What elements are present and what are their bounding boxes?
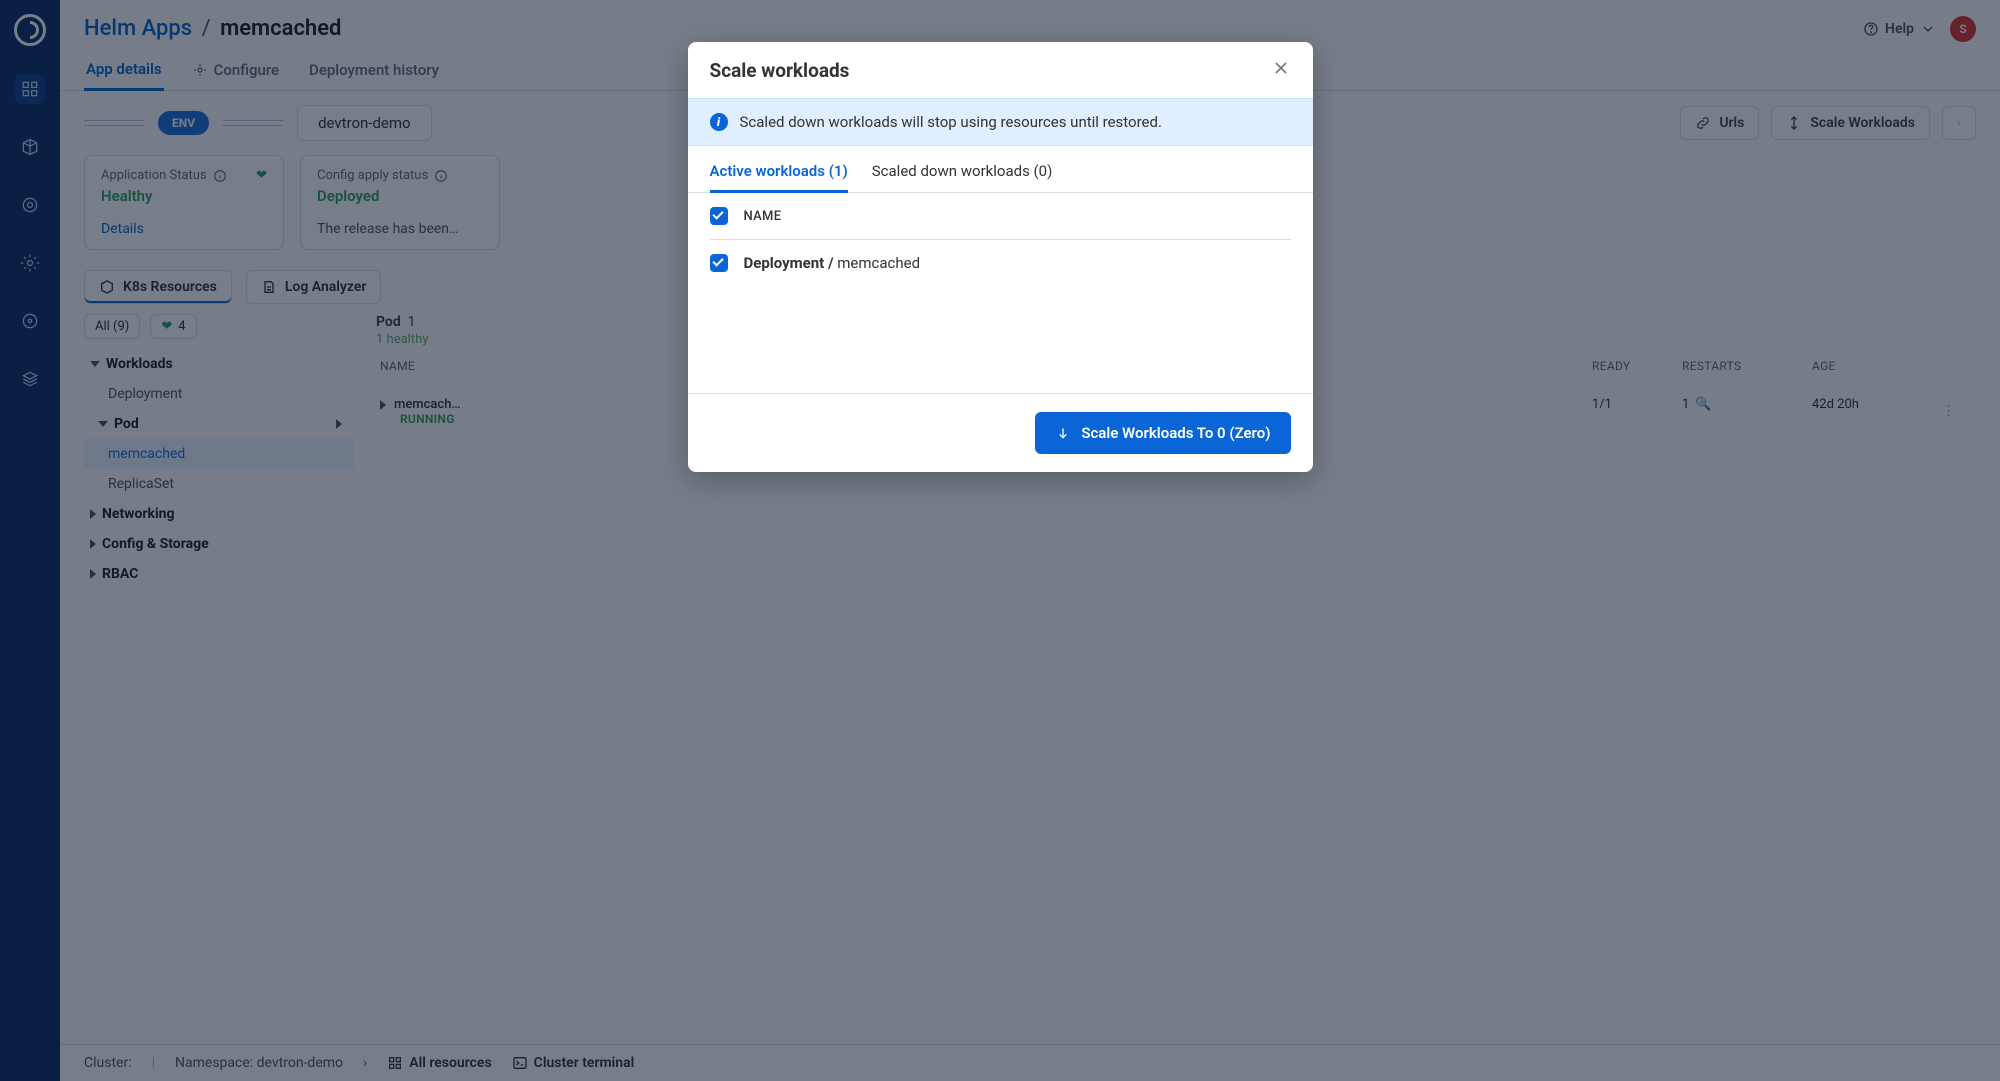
- info-icon: i: [710, 113, 728, 131]
- modal-tabs: Active workloads (1) Scaled down workloa…: [688, 146, 1313, 193]
- modal-col-name: NAME: [744, 209, 782, 224]
- modal-info-text: Scaled down workloads will stop using re…: [740, 113, 1162, 131]
- modal-row-kind: Deployment /: [744, 254, 834, 272]
- modal-tab-scaled-down[interactable]: Scaled down workloads (0): [872, 158, 1053, 192]
- scale-to-zero-label: Scale Workloads To 0 (Zero): [1081, 424, 1270, 442]
- scale-workloads-modal: Scale workloads i Scaled down workloads …: [688, 42, 1313, 472]
- close-button[interactable]: [1271, 58, 1291, 82]
- modal-overlay[interactable]: Scale workloads i Scaled down workloads …: [0, 0, 2000, 1081]
- scale-to-zero-button[interactable]: Scale Workloads To 0 (Zero): [1035, 412, 1290, 454]
- row-checkbox[interactable]: [710, 254, 728, 272]
- modal-table-header: NAME: [710, 193, 1291, 240]
- modal-tab-active-workloads[interactable]: Active workloads (1): [710, 158, 848, 193]
- modal-title: Scale workloads: [710, 59, 850, 82]
- arrow-down-icon: [1055, 425, 1071, 441]
- close-icon: [1271, 58, 1291, 78]
- modal-info-strip: i Scaled down workloads will stop using …: [688, 98, 1313, 146]
- modal-header: Scale workloads: [688, 42, 1313, 98]
- select-all-checkbox[interactable]: [710, 207, 728, 225]
- modal-body: NAME Deployment / memcached: [688, 193, 1313, 393]
- modal-row-deployment: Deployment / memcached: [710, 240, 1291, 286]
- modal-footer: Scale Workloads To 0 (Zero): [688, 393, 1313, 472]
- modal-row-name: memcached: [837, 254, 920, 272]
